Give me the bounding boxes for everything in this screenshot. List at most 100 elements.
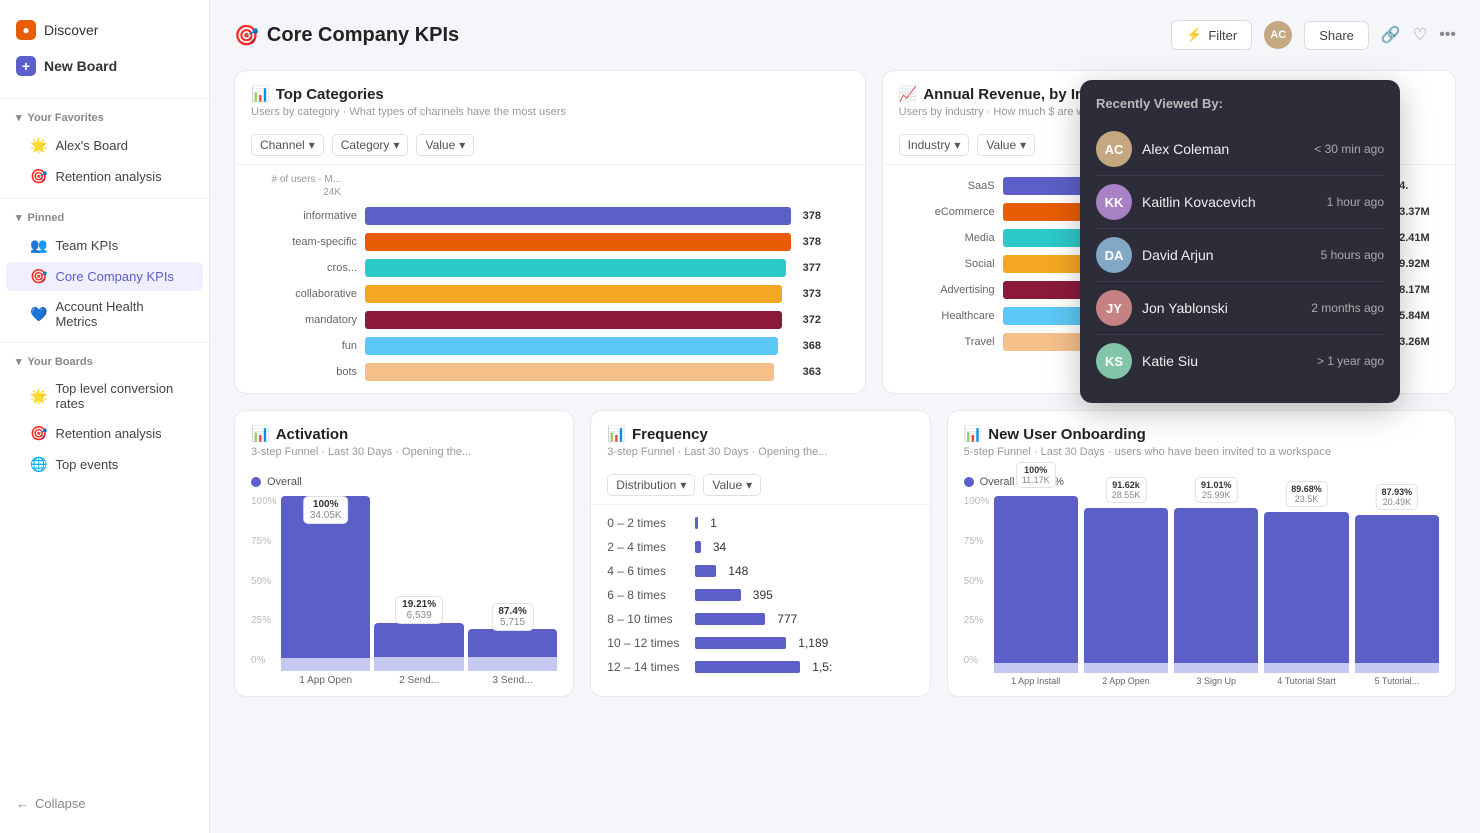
- pinned-section-header[interactable]: ▾ Pinned: [0, 205, 209, 230]
- top-categories-icon: 📊: [251, 85, 270, 103]
- rv-user: DA David Arjun: [1096, 237, 1214, 273]
- top-categories-subtitle: Users by category · What types of channe…: [251, 106, 849, 118]
- bar1-tooltip: 100% 34.05K: [303, 496, 349, 524]
- more-icon[interactable]: •••: [1439, 26, 1456, 44]
- category-filter[interactable]: Category ▾: [332, 134, 409, 156]
- rv-name: Jon Yablonski: [1142, 300, 1228, 316]
- distribution-filter[interactable]: Distribution ▾: [607, 474, 695, 496]
- link-icon[interactable]: 🔗: [1381, 25, 1401, 45]
- tc-bar-value: 373: [803, 288, 833, 300]
- freq-bar: [695, 565, 716, 577]
- rv-item: KS Katie Siu > 1 year ago: [1096, 335, 1384, 387]
- industry-chevron: ▾: [954, 138, 960, 152]
- freq-row: 6 – 8 times 395: [591, 583, 929, 607]
- freq-label: 2 – 4 times: [607, 540, 687, 554]
- freq-row: 8 – 10 times 777: [591, 607, 929, 631]
- recently-viewed-title: Recently Viewed By:: [1096, 96, 1384, 111]
- frequency-icon: 📊: [607, 425, 626, 443]
- filter-button[interactable]: ⚡ Filter: [1171, 20, 1252, 50]
- favorites-section-header[interactable]: ▾ Your Favorites: [0, 105, 209, 130]
- rv-user: JY Jon Yablonski: [1096, 290, 1228, 326]
- rv-item: DA David Arjun 5 hours ago: [1096, 229, 1384, 282]
- activation-chart: Overall 100% 75% 50% 25% 0% 100% 34.0: [235, 466, 573, 696]
- bar3-light: [468, 657, 557, 671]
- value-filter[interactable]: Value ▾: [416, 134, 474, 156]
- rv-time: 1 hour ago: [1327, 195, 1384, 209]
- revenue-value-filter[interactable]: Value ▾: [977, 134, 1035, 156]
- channel-filter[interactable]: Channel ▾: [251, 134, 324, 156]
- freq-label: 8 – 10 times: [607, 612, 687, 626]
- distribution-chevron: ▾: [680, 478, 686, 492]
- tc-bar-value: 378: [803, 210, 833, 222]
- rv-avatar: AC: [1096, 131, 1132, 167]
- activation-bars-container: 100% 75% 50% 25% 0% 100% 34.05K: [251, 496, 557, 686]
- ob-bar-light: [1174, 663, 1258, 673]
- ob-bar-light: [1355, 663, 1439, 673]
- sidebar: ● Discover + New Board ▾ Your Favorites …: [0, 0, 210, 833]
- collapse-button[interactable]: ← Collapse: [0, 786, 209, 821]
- category-chevron: ▾: [393, 138, 399, 152]
- ob-bar: [1174, 508, 1258, 663]
- freq-row: 4 – 6 times 148: [591, 559, 929, 583]
- sidebar-item-alexs-board[interactable]: 🌟 Alex's Board: [6, 131, 203, 160]
- rv-name: Kaitlin Kovacevich: [1142, 194, 1256, 210]
- activation-bar-3: 87.4% 5,715 3 Send...: [468, 496, 557, 686]
- bar3-tooltip: 87.4% 5,715: [491, 603, 533, 631]
- ar-bar-label: eCommerce: [915, 206, 995, 218]
- sidebar-item-retention-analysis-fav[interactable]: 🎯 Retention analysis: [6, 162, 203, 191]
- discover-label: Discover: [44, 22, 98, 38]
- frequency-value-filter[interactable]: Value ▾: [703, 474, 761, 496]
- tc-bar-row: collaborative 373: [251, 281, 849, 307]
- activation-bar-2: 19.21% 6,539 2 Send...: [374, 496, 463, 686]
- sidebar-item-retention-analysis[interactable]: 🎯 Retention analysis: [6, 419, 203, 448]
- ob-tooltip: 87.93% 20.49K: [1376, 484, 1419, 510]
- ob-bar-light: [1084, 663, 1168, 673]
- ob-tooltip: 91.01% 25.99K: [1195, 477, 1238, 503]
- rv-item: JY Jon Yablonski 2 months ago: [1096, 282, 1384, 335]
- tc-bar-label: cros...: [267, 262, 357, 274]
- revenue-value-chevron: ▾: [1020, 138, 1026, 152]
- freq-bar: [695, 541, 701, 553]
- tc-bar-row: team-specific 378: [251, 229, 849, 255]
- share-button[interactable]: Share: [1304, 21, 1369, 50]
- ar-bar-label: Travel: [915, 336, 995, 348]
- sidebar-item-top-events[interactable]: 🌐 Top events: [6, 450, 203, 479]
- frequency-header: 📊 Frequency 3-step Funnel · Last 30 Days…: [591, 411, 929, 466]
- tc-bar: [365, 363, 774, 381]
- ob-bar-group: 87.93% 20.49K 5 Tutorial...: [1355, 496, 1439, 686]
- annual-revenue-icon: 📈: [899, 85, 918, 103]
- tc-bar: [365, 337, 778, 355]
- new-board-button[interactable]: + New Board: [0, 48, 209, 84]
- activation-legend: Overall: [251, 476, 557, 488]
- freq-label: 0 – 2 times: [607, 516, 687, 530]
- sidebar-item-top-level-conversion[interactable]: 🌟 Top level conversion rates: [6, 375, 203, 417]
- freq-bar: [695, 613, 765, 625]
- freq-row: 0 – 2 times 1: [591, 511, 929, 535]
- activation-icon: 📊: [251, 425, 270, 443]
- sidebar-discover[interactable]: ● Discover: [0, 12, 209, 48]
- sidebar-item-account-health[interactable]: 💙 Account Health Metrics: [6, 293, 203, 335]
- activation-header: 📊 Activation 3-step Funnel · Last 30 Day…: [235, 411, 573, 466]
- y-axis-label: # of users - M...: [272, 174, 341, 185]
- onboarding-card: 📊 New User Onboarding 5-step Funnel · La…: [947, 410, 1456, 697]
- freq-bar: [695, 637, 786, 649]
- freq-value: 34: [713, 540, 726, 554]
- frequency-subtitle: 3-step Funnel · Last 30 Days · Opening t…: [607, 446, 913, 458]
- rv-name: Katie Siu: [1142, 353, 1198, 369]
- frequency-rows: 0 – 2 times 1 2 – 4 times 34 4 – 6 times…: [591, 505, 929, 685]
- your-boards-section-header[interactable]: ▾ Your Boards: [0, 349, 209, 374]
- industry-filter[interactable]: Industry ▾: [899, 134, 970, 156]
- bar2: [374, 623, 463, 657]
- onboarding-legend-dot: [964, 477, 974, 487]
- tc-bar-container: [365, 207, 791, 225]
- tc-bar-row: informative 378: [251, 203, 849, 229]
- tc-bar: [365, 285, 782, 303]
- sidebar-item-core-company-kpis[interactable]: 🎯 Core Company KPIs: [6, 262, 203, 291]
- onboarding-bars: 100% 11.17K 1 App Install 91.62k 28.55K …: [994, 496, 1439, 686]
- ob-tooltip: 89.68% 23.5K: [1285, 481, 1328, 507]
- tc-bar: [365, 259, 786, 277]
- top-categories-header: 📊 Top Categories Users by category · Wha…: [235, 71, 865, 126]
- freq-label: 10 – 12 times: [607, 636, 687, 650]
- sidebar-item-team-kpis[interactable]: 👥 Team KPIs: [6, 231, 203, 260]
- heart-icon[interactable]: ♡: [1413, 25, 1427, 45]
